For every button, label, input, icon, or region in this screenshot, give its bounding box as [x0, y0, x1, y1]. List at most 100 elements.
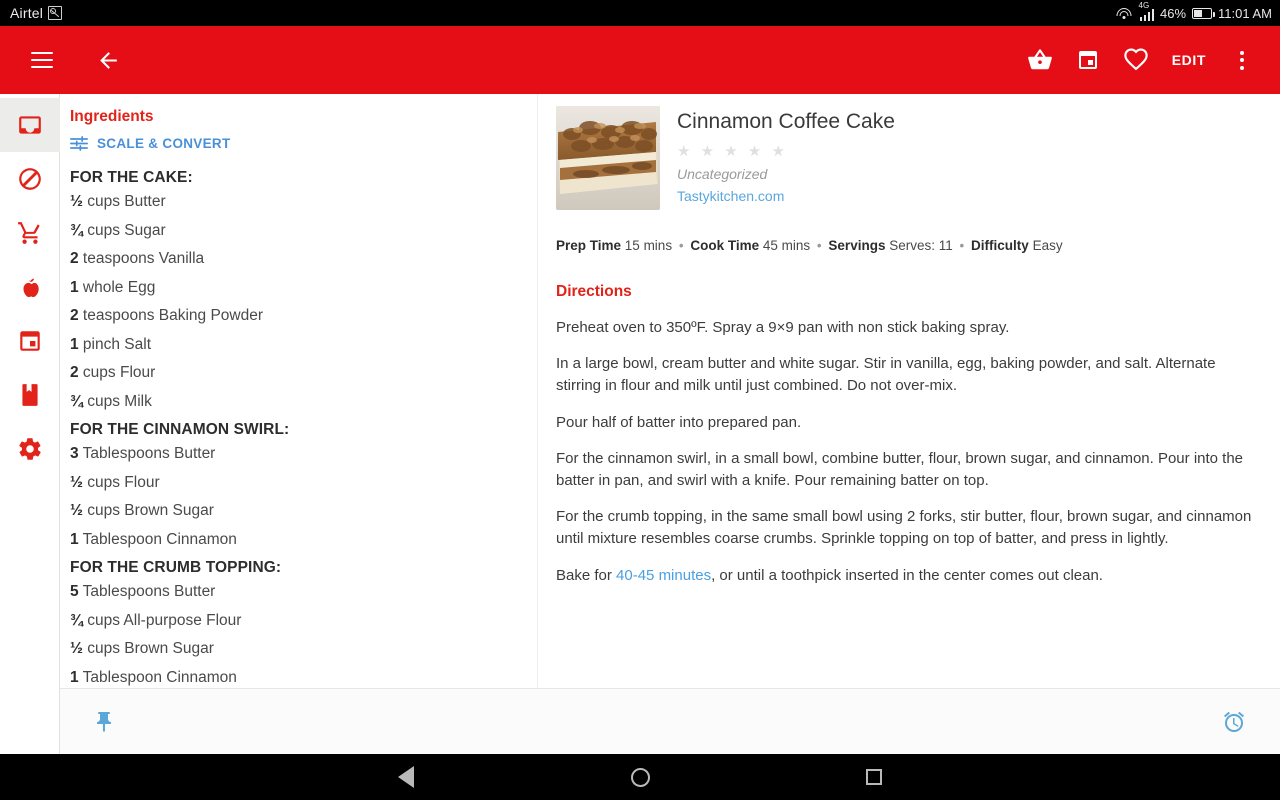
scale-and-convert-label: SCALE & CONVERT [97, 136, 231, 151]
ingredient-item[interactable]: 1 pinch Salt [70, 336, 521, 354]
prep-time-label: Prep Time [556, 238, 622, 253]
cook-time-label: Cook Time [690, 238, 760, 253]
ingredient-quantity: 1 [70, 278, 79, 296]
ingredient-text: cups Flour [78, 364, 156, 381]
ingredient-item[interactable]: 1 Tablespoon Cinnamon [70, 669, 521, 687]
battery-icon [1192, 7, 1215, 19]
calendar-icon[interactable] [1064, 36, 1112, 84]
ingredients-pane[interactable]: Ingredients SCALE & CONVERT FOR THE CAKE… [60, 94, 537, 688]
ingredient-text: Tablespoon Cinnamon [78, 530, 237, 548]
ingredient-text: cups Milk [82, 392, 152, 410]
android-status-bar: Airtel 4G 46% 11:01 AM [0, 0, 1280, 26]
cook-time-value: 45 mins [762, 238, 811, 253]
ingredient-item[interactable]: ½ cups Brown Sugar [70, 640, 521, 658]
clock-label: 11:01 AM [1218, 5, 1272, 21]
direction-paragraph: Pour half of batter into prepared pan. [556, 413, 802, 431]
ingredient-item[interactable]: 2 teaspoons Vanilla [70, 250, 521, 268]
recipe-source-link[interactable]: Tastykitchen.com [677, 188, 895, 204]
sidebar-item-shopping-list[interactable] [0, 206, 60, 260]
pushpin-icon[interactable] [82, 700, 126, 744]
ingredient-item[interactable]: ½ cups Brown Sugar [70, 502, 521, 520]
hamburger-menu-icon[interactable] [18, 36, 66, 84]
direction-text: Bake for [556, 566, 617, 584]
ingredient-item[interactable]: ½ cups Flour [70, 474, 521, 492]
app-root: Airtel 4G 46% 11:01 AM EDIT Ingredients … [0, 0, 1280, 800]
ingredient-item[interactable]: 1 whole Egg [70, 279, 521, 297]
directions-heading: Directions [556, 283, 632, 300]
bottom-action-bar [60, 688, 1280, 754]
ingredient-item[interactable]: 1 Tablespoon Cinnamon [70, 531, 521, 549]
direction-paragraph: Preheat oven to 350ºF. Spray a 9×9 pan w… [556, 319, 1010, 336]
rating-stars[interactable]: ★ ★ ★ ★ ★ [677, 142, 895, 160]
ingredient-text: cups Brown Sugar [82, 502, 214, 519]
android-back-icon[interactable] [384, 755, 428, 799]
sidebar-item-cookbooks[interactable] [0, 368, 60, 422]
ingredient-item[interactable]: ¾ cups Sugar [70, 222, 521, 240]
ingredient-item[interactable]: ¾ cups All-purpose Flour [70, 612, 521, 630]
android-home-icon[interactable] [618, 755, 662, 799]
ingredient-text: whole Egg [78, 278, 156, 296]
alarm-clock-icon[interactable] [1212, 700, 1256, 744]
ingredient-text: cups Flour [82, 473, 160, 491]
ingredient-text: cups Butter [82, 193, 166, 210]
ingredient-quantity: 3 [70, 445, 79, 462]
shopping-cart-icon [17, 222, 40, 244]
content-area: Ingredients SCALE & CONVERT FOR THE CAKE… [60, 94, 1280, 754]
ingredient-item[interactable]: 3 Tablespoons Butter [70, 445, 521, 463]
ingredient-quantity: ½ [70, 502, 83, 519]
ingredient-text: Tablespoons Butter [78, 445, 216, 462]
apple-icon [23, 278, 39, 297]
sidebar-item-no-food[interactable] [0, 152, 60, 206]
ingredient-item[interactable]: 2 teaspoons Baking Powder [70, 307, 521, 325]
carrier-label: Airtel [10, 5, 44, 21]
recipe-meta-row: Prep Time 15 mins • Cook Time 45 mins • … [556, 238, 1262, 253]
recipe-detail-pane: Cinnamon Coffee Cake ★ ★ ★ ★ ★ Uncategor… [538, 94, 1280, 688]
direction-paragraph: For the cinnamon swirl, in a small bowl,… [556, 449, 1244, 489]
ingredient-text: Tablespoons Butter [78, 583, 216, 600]
ingredient-item[interactable]: 5 Tablespoons Butter [70, 583, 521, 601]
app-bar: EDIT [0, 26, 1280, 94]
gear-icon [18, 438, 41, 460]
ingredient-text: cups All-purpose Flour [82, 611, 242, 629]
ingredient-item[interactable]: 2 cups Flour [70, 364, 521, 382]
meta-separator: • [816, 238, 822, 253]
android-nav-bar [0, 754, 1280, 800]
sidebar-item-nutrition[interactable] [0, 260, 60, 314]
android-recents-icon[interactable] [852, 755, 896, 799]
tune-sliders-icon [70, 136, 88, 151]
no-food-icon [18, 168, 41, 190]
ingredient-quantity: ½ [70, 193, 83, 210]
more-vert-icon[interactable] [1218, 36, 1266, 84]
ingredient-quantity: ¾ [70, 221, 83, 239]
recipe-title: Cinnamon Coffee Cake [677, 110, 895, 133]
ingredient-quantity: 2 [70, 307, 79, 324]
coffee-cake-photo[interactable] [556, 106, 660, 210]
calendar-icon [19, 331, 40, 351]
shopping-basket-icon[interactable] [1016, 36, 1064, 84]
sidebar-item-recipes[interactable] [0, 98, 60, 152]
directions-list: Preheat oven to 350ºF. Spray a 9×9 pan w… [556, 317, 1262, 587]
ingredient-text: Tablespoon Cinnamon [78, 668, 237, 686]
ingredient-item[interactable]: ½ cups Butter [70, 193, 521, 211]
ingredient-item[interactable]: ¾ cups Milk [70, 393, 521, 411]
ingredient-quantity: 5 [70, 583, 79, 600]
ingredient-text: cups Sugar [82, 221, 166, 239]
ingredient-text: pinch Salt [78, 335, 152, 353]
sidebar-item-meal-plan[interactable] [0, 314, 60, 368]
heart-icon[interactable] [1112, 36, 1160, 84]
sidebar-item-settings[interactable] [0, 422, 60, 476]
signal-bars-icon: 4G [1138, 1, 1154, 21]
ingredient-group-heading: FOR THE CAKE: [70, 169, 193, 186]
edit-button[interactable]: EDIT [1160, 52, 1218, 68]
wifi-icon [1116, 7, 1132, 20]
prep-time-value: 15 mins [624, 238, 673, 253]
recipe-header: Cinnamon Coffee Cake ★ ★ ★ ★ ★ Uncategor… [556, 106, 1262, 210]
book-icon [21, 384, 38, 406]
ingredients-list: FOR THE CAKE: ½ cups Butter ¾ cups Sugar 2 … [68, 169, 521, 687]
back-arrow-icon[interactable] [84, 36, 132, 84]
recipe-category: Uncategorized [677, 166, 768, 182]
servings-value: Serves: 11 [889, 238, 953, 253]
timer-link[interactable]: 40-45 minutes [616, 567, 711, 584]
recipe-box-icon [18, 116, 41, 134]
scale-and-convert-button[interactable]: SCALE & CONVERT [70, 136, 521, 151]
